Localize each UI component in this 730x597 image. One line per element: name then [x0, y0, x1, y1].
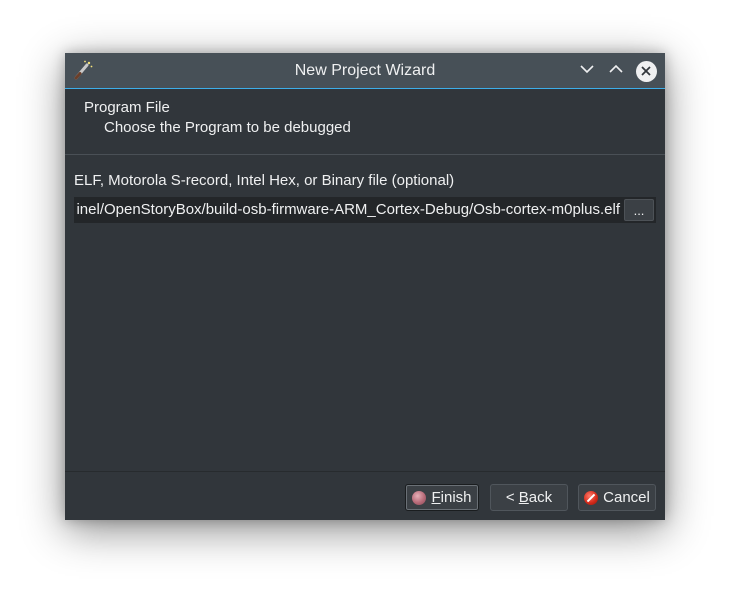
button-bar: Finish < Back Cancel	[65, 471, 665, 520]
program-file-label: ELF, Motorola S-record, Intel Hex, or Bi…	[74, 172, 455, 189]
page-subtitle: Choose the Program to be debugged	[104, 119, 351, 136]
cancel-label: Cancel	[603, 489, 650, 506]
program-file-input[interactable]: inel/OpenStoryBox/build-osb-firmware-ARM…	[74, 197, 656, 223]
program-file-path: inel/OpenStoryBox/build-osb-firmware-ARM…	[76, 201, 620, 218]
window-title: New Project Wizard	[294, 62, 436, 79]
back-mnemonic: B	[518, 489, 529, 506]
cancel-icon	[584, 490, 599, 505]
finish-button[interactable]: Finish	[405, 484, 479, 511]
chevron-down-icon	[579, 61, 595, 81]
back-label: ack	[528, 489, 553, 506]
close-button[interactable]	[635, 60, 657, 82]
maximize-button[interactable]	[605, 60, 627, 82]
new-project-wizard-dialog: New Project Wizard Program File Choose t…	[65, 53, 665, 520]
cancel-button[interactable]: Cancel	[578, 484, 656, 511]
finish-mnemonic: F	[431, 489, 441, 506]
wizard-page-header: Program File Choose the Program to be de…	[65, 89, 665, 155]
browse-button[interactable]: ...	[624, 199, 654, 221]
title-bar[interactable]: New Project Wizard	[65, 53, 665, 89]
back-prefix: <	[505, 489, 519, 506]
minimize-button[interactable]	[576, 60, 598, 82]
chevron-up-icon	[608, 61, 624, 81]
close-icon	[635, 60, 657, 82]
finish-label: inish	[440, 489, 472, 506]
finish-icon	[412, 490, 427, 505]
page-title: Program File	[84, 99, 170, 116]
back-button[interactable]: < Back	[490, 484, 568, 511]
